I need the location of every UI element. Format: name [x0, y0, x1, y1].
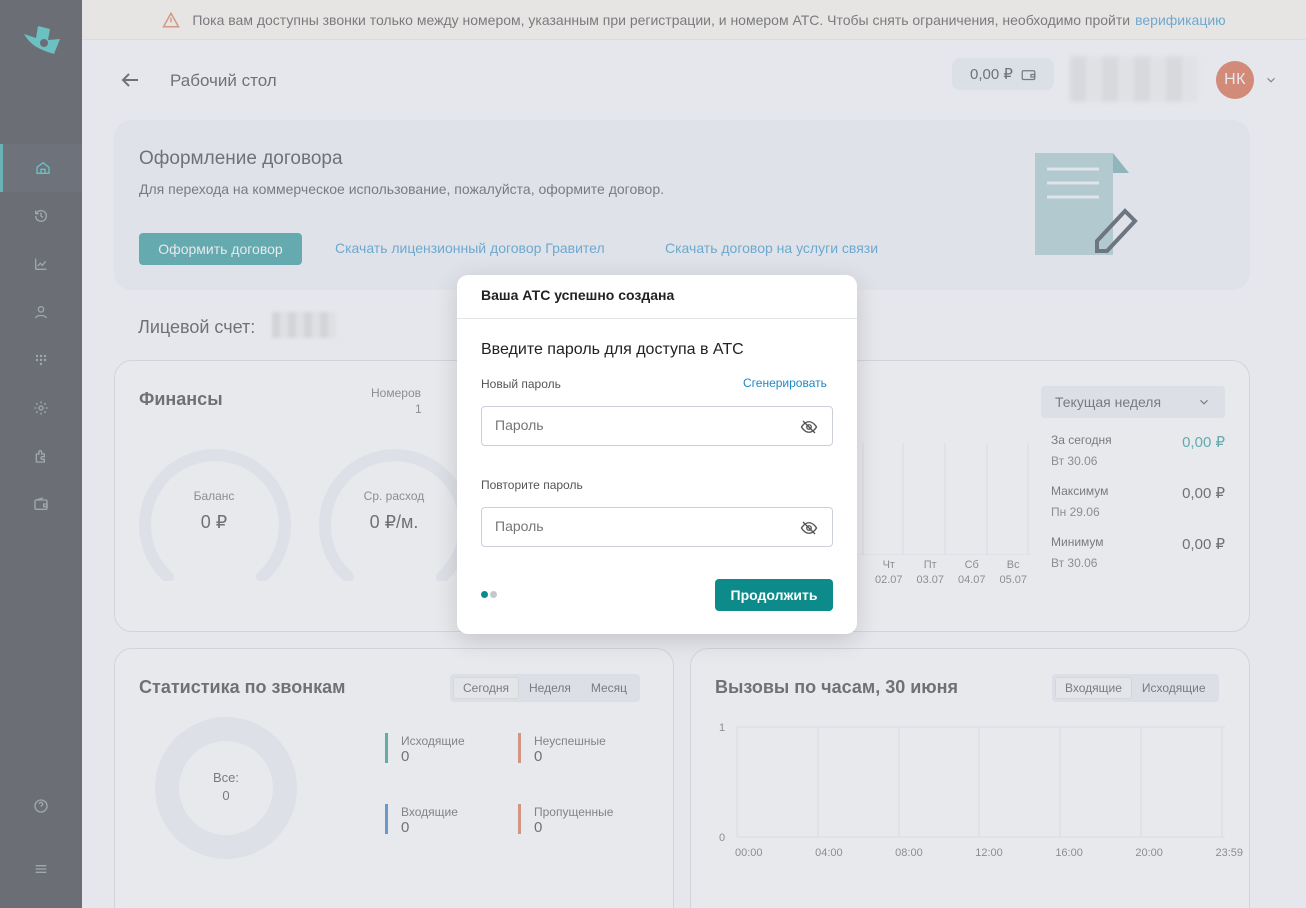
new-password-label: Новый пароль — [481, 377, 561, 391]
modal-heading: Введите пароль для доступа в АТС — [481, 341, 744, 358]
step-dot-active — [481, 591, 488, 598]
password-modal: Ваша АТС успешно создана Введите пароль … — [457, 275, 857, 634]
modal-title: Ваша АТС успешно создана — [457, 275, 857, 319]
step-dot — [490, 591, 497, 598]
repeat-password-field[interactable] — [481, 507, 833, 547]
continue-button[interactable]: Продолжить — [715, 579, 833, 611]
eye-off-icon[interactable] — [800, 519, 818, 537]
new-password-input[interactable] — [495, 417, 785, 433]
generate-password-link[interactable]: Сгенерировать — [743, 376, 827, 390]
repeat-password-label: Повторите пароль — [481, 478, 583, 492]
eye-off-icon[interactable] — [800, 418, 818, 436]
repeat-password-input[interactable] — [495, 518, 785, 534]
step-indicator — [481, 591, 497, 598]
new-password-field[interactable] — [481, 406, 833, 446]
